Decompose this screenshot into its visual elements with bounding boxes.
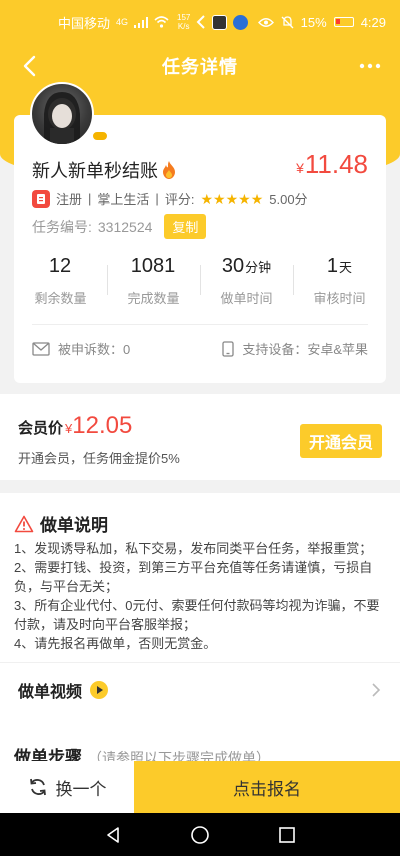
play-icon [90, 681, 109, 699]
phone-icon [222, 340, 234, 357]
member-section: 会员价 ¥ 12.05 开通会员，任务佣金提价5% 开通会员 [0, 394, 400, 480]
member-price-currency: ¥ [65, 421, 73, 436]
carrier-label: 中国移动 [58, 15, 111, 31]
fire-icon [163, 161, 175, 179]
back-arrow-status-icon [196, 15, 206, 29]
stat-label: 完成数量 [127, 291, 180, 306]
meta-separator: | [88, 191, 92, 206]
nav-recents-icon[interactable] [278, 826, 296, 844]
app-notification-icon [233, 14, 249, 30]
instruction-line: 1、发现诱导私加，私下交易，发布同类平台任务，举报重赏； [14, 541, 373, 556]
instruction-line: 4、请先报名再做单，否则无赏金。 [14, 636, 217, 651]
video-title: 做单视频 [18, 684, 83, 701]
stat-label: 审核时间 [313, 291, 366, 306]
wifi-icon [154, 16, 169, 28]
rating-score: 5.00分 [269, 192, 308, 207]
copy-button[interactable]: 复制 [164, 214, 207, 239]
instructions-body: 1、发现诱导私加，私下交易，发布同类平台任务，举报重赏； 2、需要打钱、投资，到… [14, 539, 386, 653]
signal-icon [134, 16, 149, 28]
instruction-line: 2、需要打钱、投资，到第三方平台充值等任务请谨慎，亏损自负，与平台无关； [14, 560, 373, 594]
star-icon: ★ [250, 190, 264, 207]
bottom-action-bar: 换一个 点击报名 [0, 761, 400, 813]
network-speed: 157 K/s [177, 13, 190, 31]
task-number: 3312524 [97, 218, 153, 235]
battery-percent: 15% [300, 14, 327, 30]
stat-label: 剩余数量 [34, 291, 87, 306]
stat-value: 1081 [130, 255, 176, 277]
more-icon[interactable] [356, 52, 384, 80]
switch-task-button[interactable]: 换一个 [0, 761, 134, 813]
member-price-label: 会员价 [18, 420, 64, 437]
video-row[interactable]: 做单视频 [18, 676, 382, 704]
stat-remaining: 12 剩余数量 [14, 255, 107, 307]
instructions-header: 做单说明 [14, 511, 108, 536]
page-title: 任务详情 [162, 57, 238, 77]
stat-review-time: 1天 审核时间 [293, 255, 386, 307]
switch-label: 换一个 [55, 779, 107, 799]
member-price: 会员价 ¥ 12.05 [18, 412, 132, 440]
stat-unit: 天 [339, 260, 353, 275]
stat-completed: 1081 完成数量 [107, 255, 200, 307]
meta-separator: | [155, 191, 159, 206]
rating-stars: ★ ★ ★ ★ ★ [200, 192, 263, 206]
star-icon: ★ [238, 190, 251, 207]
level-badge-icon [92, 131, 108, 141]
nav-back-icon[interactable] [104, 826, 122, 844]
divider [32, 324, 368, 325]
complaint-icon [32, 341, 50, 356]
member-price-value: 12.05 [72, 412, 133, 439]
warning-icon [14, 515, 34, 532]
steps-section: 做单步骤 （请参照以下步骤完成做单） [0, 741, 400, 767]
back-icon[interactable] [16, 52, 44, 80]
platform-name: 掌上生活 [97, 192, 150, 207]
status-bar: 中国移动 4G 157 K/s 15% 4:29 [0, 0, 400, 44]
task-card: 新人新单秒结账 ¥ 11.48 注册 | 掌上生活 | 评分: ★ ★ ★ ★ ★ 5.… [14, 115, 386, 383]
stat-label: 做单时间 [220, 291, 273, 306]
task-meta: 注册 | 掌上生活 | 评分: ★ ★ ★ ★ ★ 5.00分 [32, 189, 308, 208]
task-extra-info: 被申诉数：0 支持设备：安卓&苹果 [32, 339, 368, 358]
rating-label: 评分: [164, 192, 195, 207]
stat-value: 30 [221, 255, 245, 277]
star-icon: ★ [225, 190, 239, 207]
star-icon: ★ [200, 190, 213, 207]
stat-value: 12 [48, 255, 72, 277]
open-membership-button[interactable]: 开通会员 [299, 424, 382, 458]
system-nav-bar [0, 813, 400, 856]
task-title-text: 新人新单秒结账 [32, 161, 158, 181]
task-number-row: 任务编号: 3312524 复制 [32, 214, 207, 239]
task-price: ¥ 11.48 [296, 149, 368, 180]
instructions-section: 做单说明 1、发现诱导私加，私下交易，发布同类平台任务，举报重赏； 2、需要打钱… [0, 493, 400, 741]
star-icon: ★ [213, 190, 226, 207]
chevron-right-icon [372, 683, 381, 697]
complaint-count: 被申诉数：0 [58, 342, 131, 357]
member-description: 开通会员，任务佣金提价5% [18, 451, 180, 466]
nav-home-icon[interactable] [190, 825, 210, 845]
refresh-icon [29, 778, 46, 796]
clock: 4:29 [360, 14, 386, 30]
instruction-line: 3、所有企业代付、0元付、索要任何付款码等均视为诈骗，不要付款，请及时向平台客服… [14, 598, 380, 632]
speed-value: 157 [177, 13, 191, 22]
register-icon [32, 189, 50, 208]
stat-work-time: 30 分钟 做单时间 [200, 255, 293, 307]
signup-button[interactable]: 点击报名 [134, 761, 400, 813]
supported-devices: 支持设备：安卓&苹果 [242, 342, 368, 357]
stat-unit: 分钟 [245, 260, 272, 275]
network-type: 4G [116, 16, 129, 27]
mute-icon [281, 15, 294, 28]
tag-register: 注册 [56, 192, 83, 207]
task-title: 新人新单秒结账 [32, 157, 178, 183]
divider [0, 662, 400, 663]
price-currency: ¥ [296, 160, 304, 176]
task-stats: 12 剩余数量 1081 完成数量 30 分钟 做单时间 1天 审核时间 [14, 255, 386, 307]
avatar [30, 82, 94, 146]
task-number-label: 任务编号: [32, 218, 92, 235]
battery-icon [333, 17, 354, 27]
instructions-title: 做单说明 [40, 516, 108, 535]
stat-value: 1 [326, 255, 339, 277]
eye-icon [257, 17, 274, 27]
price-value: 11.48 [304, 149, 368, 179]
speed-unit: K/s [177, 22, 190, 31]
app-notification-icon [212, 14, 228, 30]
